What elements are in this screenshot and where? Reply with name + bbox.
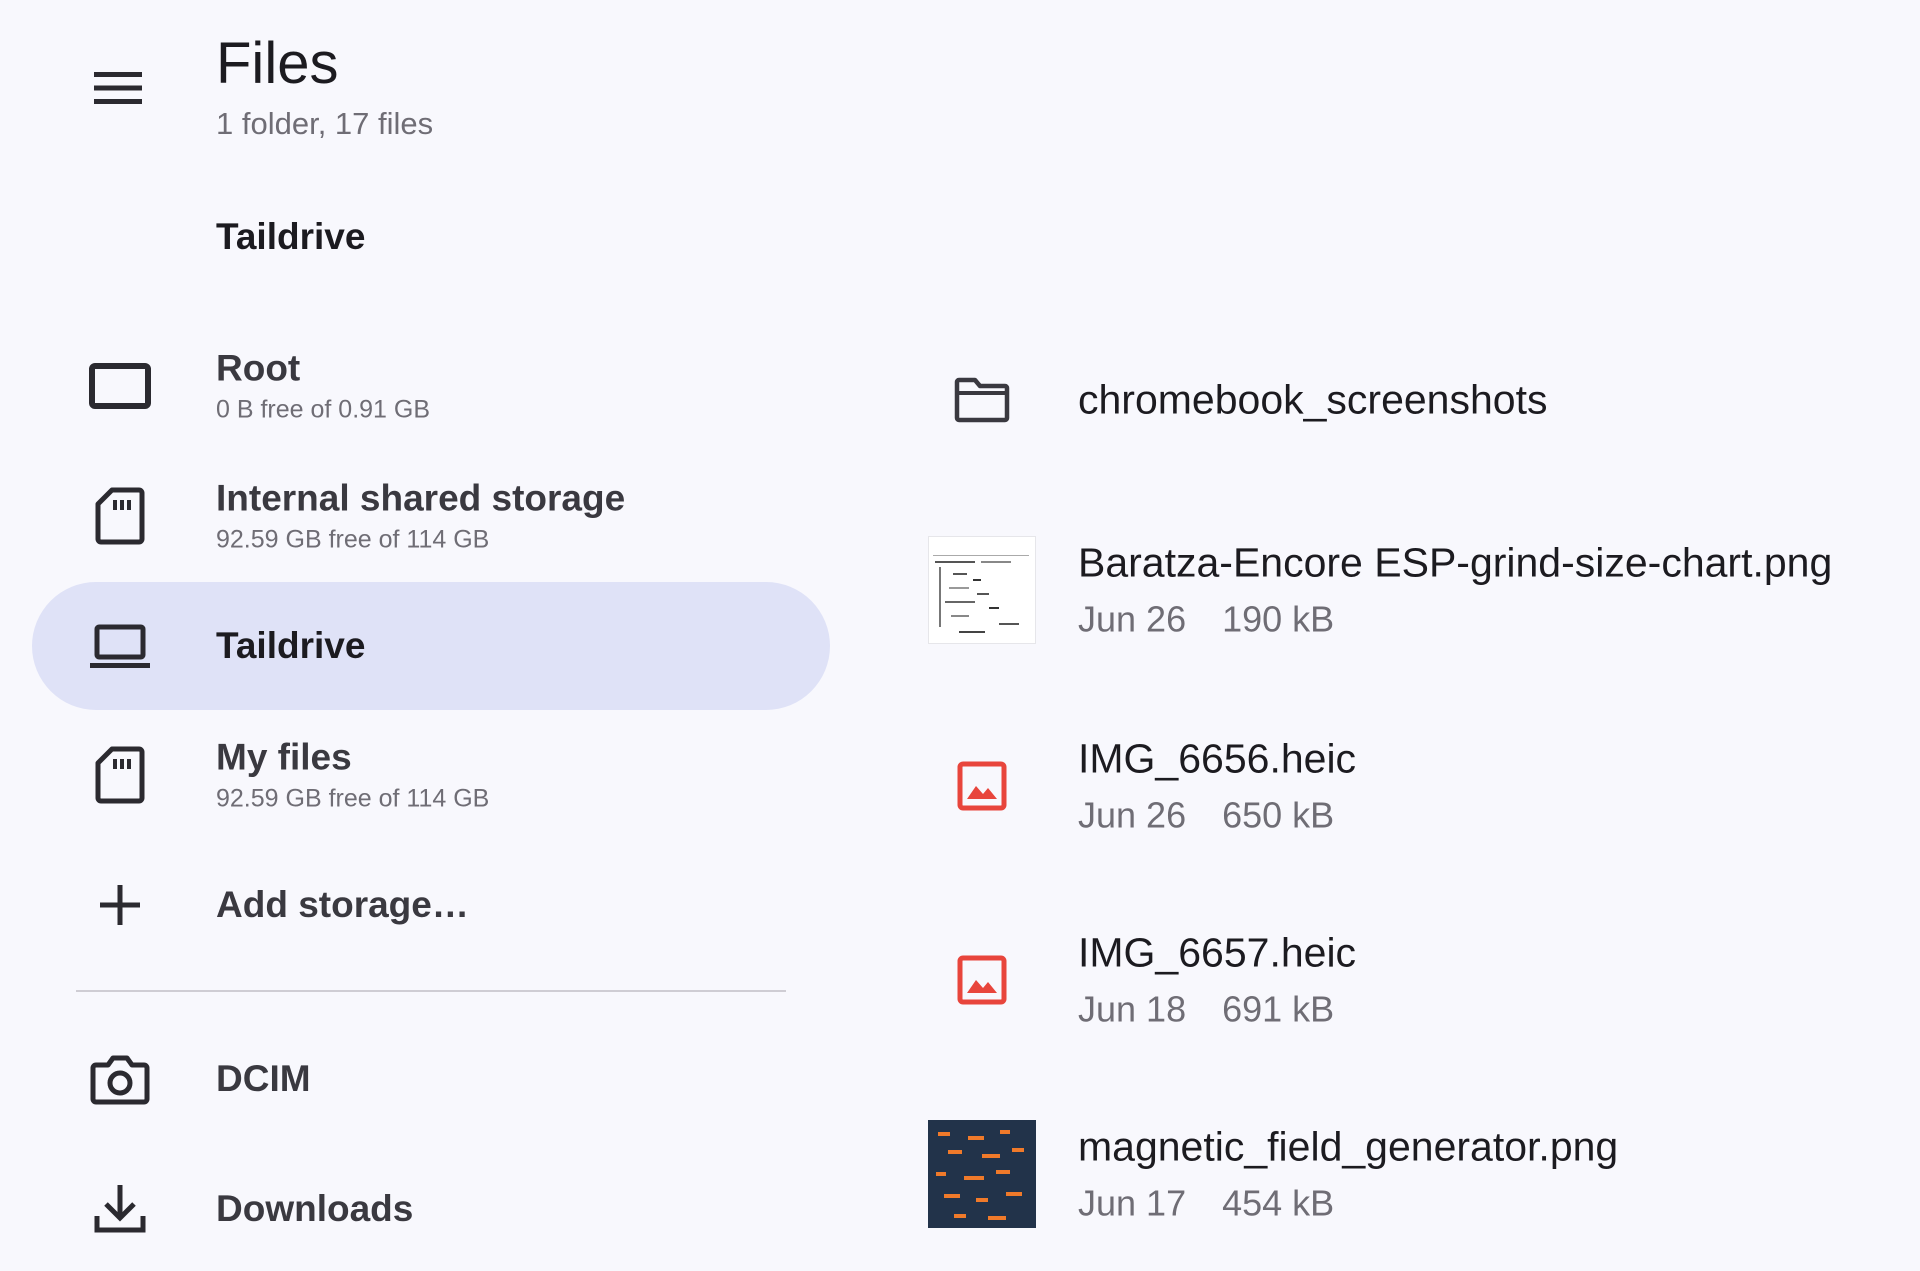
download-icon [82,1171,158,1247]
image-thumbnail [928,1120,1036,1228]
folder-row[interactable]: chromebook_screenshots [900,330,1910,470]
camera-icon [82,1041,158,1117]
image-file-icon [928,926,1036,1034]
file-size: 691 kB [1222,988,1335,1030]
image-file-icon [928,732,1036,840]
hamburger-menu-icon[interactable] [80,50,156,126]
file-name: magnetic_field_generator.png [1078,1123,1619,1170]
sidebar-item-root[interactable]: Root 0 B free of 0.91 GB [32,322,830,450]
file-meta: Jun 18 691 kB [1078,989,1356,1031]
files-app: Files 1 folder, 17 files Taildrive Root … [0,0,1920,1271]
page-subtitle: 1 folder, 17 files [216,106,434,141]
file-meta: Jun 17 454 kB [1078,1183,1618,1225]
root-storage-icon [82,348,158,424]
file-date: Jun 18 [1078,988,1187,1030]
sidebar-item-label: Add storage… [216,884,469,925]
sidebar-item-internal-storage[interactable]: Internal shared storage 92.59 GB free of… [32,452,830,580]
folder-icon [928,346,1036,454]
file-meta: Jun 26 190 kB [1078,599,1832,641]
sidebar-divider [76,990,786,992]
sidebar-section-label: Taildrive [216,216,366,257]
file-size: 650 kB [1222,794,1335,836]
file-name: IMG_6657.heic [1078,929,1357,976]
sidebar-item-my-files[interactable]: My files 92.59 GB free of 114 GB [32,711,830,839]
sd-card-icon [82,478,158,554]
file-size: 454 kB [1222,1182,1335,1224]
file-name: Baratza-Encore ESP-grind-size-chart.png [1078,539,1833,586]
page-title: Files [216,31,339,96]
sd-card-icon [82,737,158,813]
file-row[interactable]: IMG_6656.heic Jun 26 650 kB [900,716,1910,856]
sidebar-item-label: Downloads [216,1188,414,1229]
sidebar-item-label: Taildrive [216,625,366,666]
sidebar-item-sublabel: 92.59 GB free of 114 GB [216,525,490,554]
sidebar-item-label: Root [216,347,301,389]
plus-icon [82,867,158,943]
file-row[interactable]: IMG_6657.heic Jun 18 691 kB [900,910,1910,1050]
sidebar-item-downloads[interactable]: Downloads [32,1145,830,1271]
laptop-icon [82,608,158,684]
sidebar-item-sublabel: 92.59 GB free of 114 GB [216,784,490,813]
file-date: Jun 17 [1078,1182,1187,1224]
file-date: Jun 26 [1078,598,1187,640]
sidebar-item-label: My files [216,736,352,778]
sidebar-item-add-storage[interactable]: Add storage… [32,841,830,969]
sidebar-item-dcim[interactable]: DCIM [32,1015,830,1143]
file-date: Jun 26 [1078,794,1187,836]
file-size: 190 kB [1222,598,1335,640]
sidebar-item-label: Internal shared storage [216,477,626,519]
file-meta: Jun 26 650 kB [1078,795,1356,837]
file-row[interactable]: Baratza-Encore ESP-grind-size-chart.png … [900,520,1910,660]
file-row[interactable]: magnetic_field_generator.png Jun 17 454 k… [900,1104,1910,1244]
file-name: IMG_6656.heic [1078,735,1357,782]
sidebar-item-taildrive[interactable]: Taildrive [32,582,830,710]
file-name: chromebook_screenshots [1078,376,1548,423]
image-thumbnail [928,536,1036,644]
sidebar-item-label: DCIM [216,1058,311,1099]
sidebar-item-sublabel: 0 B free of 0.91 GB [216,395,431,424]
